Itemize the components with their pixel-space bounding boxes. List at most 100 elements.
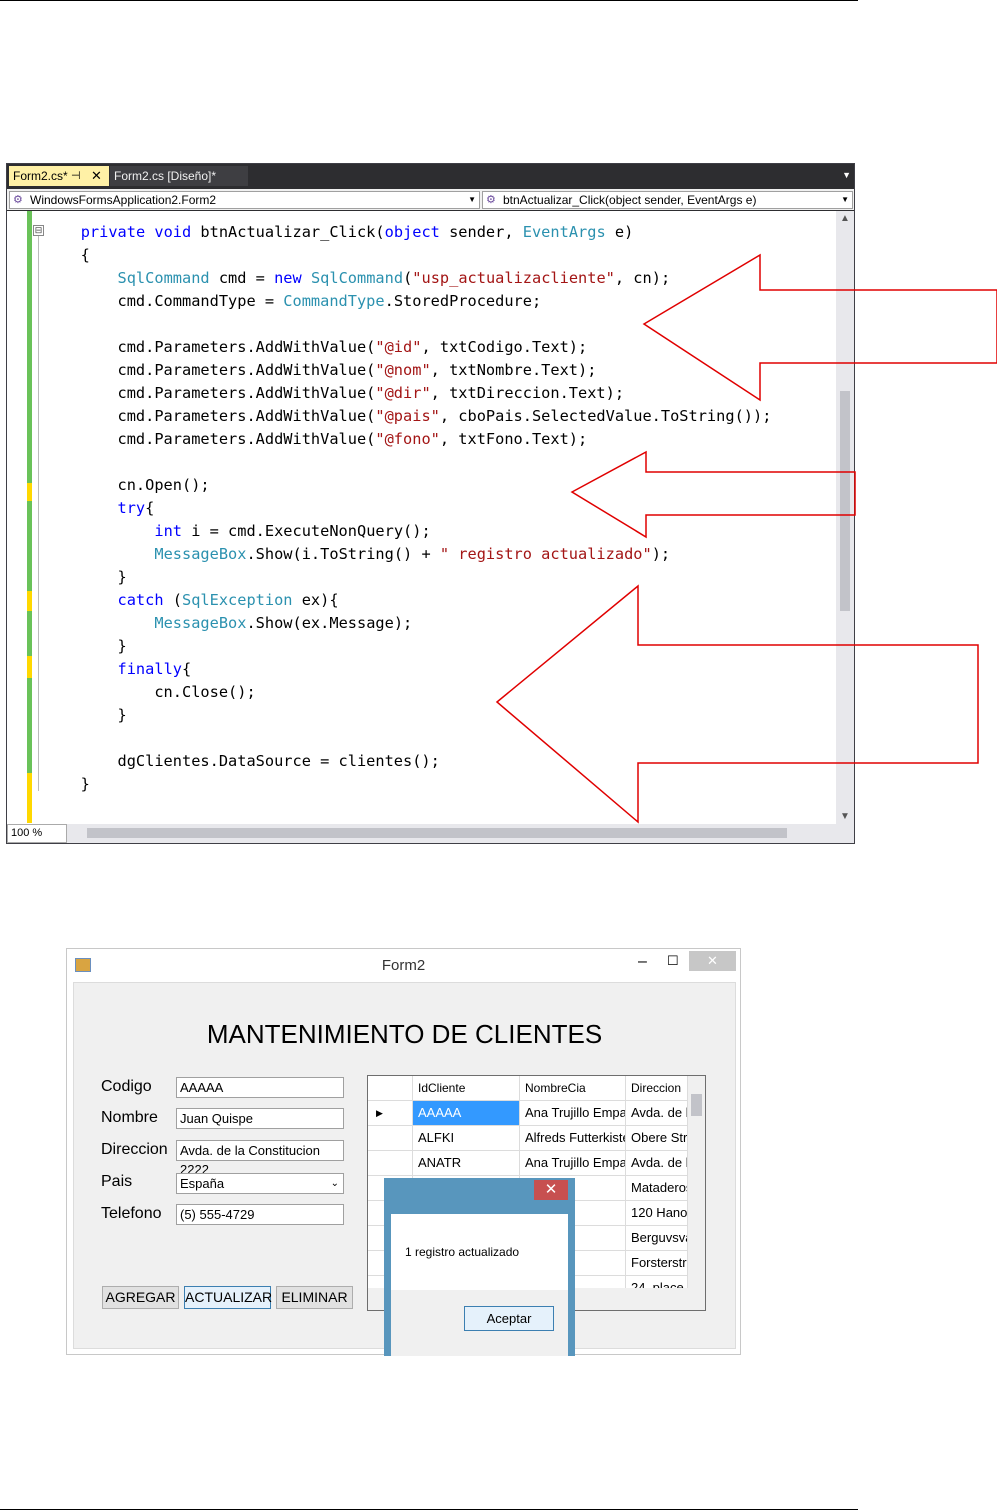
member-dropdown[interactable]: ⚙ btnActualizar_Click(object sender, Eve… — [482, 191, 853, 209]
actualizar-button[interactable]: ACTUALIZAR — [184, 1286, 272, 1309]
code-line: MessageBox.Show(i.ToString() + " registr… — [7, 543, 827, 566]
code-line: } — [7, 773, 827, 796]
grid-cell[interactable]: Obere Str. 5 — [626, 1126, 688, 1151]
aceptar-button[interactable]: Aceptar — [464, 1306, 554, 1331]
code-token: } — [7, 568, 127, 586]
code-token: , cboPais.SelectedValue.ToString()); — [439, 407, 772, 425]
code-token: cmd.Parameters.AddWithValue( — [7, 407, 376, 425]
dialog-close-button[interactable]: ✕ — [534, 1180, 568, 1200]
code-token: cmd.Parameters.AddWithValue( — [7, 338, 376, 356]
code-line: try{ — [7, 497, 827, 520]
grid-cell[interactable]: ANATR — [413, 1151, 520, 1176]
code-token: , txtDireccion.Text); — [430, 384, 625, 402]
grid-cell[interactable]: Ana Trujillo Empa... — [520, 1101, 626, 1126]
zoom-dropdown[interactable]: 100 % — [7, 824, 67, 843]
code-line: SqlCommand cmd = new SqlCommand("usp_act… — [7, 267, 827, 290]
direccion-input[interactable]: Avda. de la Constitucion 2222 — [176, 1140, 344, 1177]
code-token: , txtCodigo.Text); — [421, 338, 588, 356]
grid-column-header[interactable]: NombreCia — [520, 1076, 626, 1101]
grid-cell[interactable]: Alfreds Futterkiste — [520, 1126, 626, 1151]
grid-cell[interactable]: Avda. de la — [626, 1101, 688, 1126]
scroll-thumb[interactable] — [840, 391, 850, 611]
code-token: e) — [605, 223, 634, 241]
grid-row-header[interactable] — [368, 1126, 413, 1151]
pais-select[interactable]: España ⌄ — [176, 1173, 344, 1194]
maximize-button[interactable]: ☐ — [667, 953, 679, 969]
close-icon[interactable]: ✕ — [91, 166, 102, 186]
code-token: "@nom" — [375, 361, 431, 379]
code-token: finally — [117, 660, 182, 678]
code-line: MessageBox.Show(ex.Message); — [7, 612, 827, 635]
scroll-thumb[interactable] — [691, 1094, 702, 1116]
grid-cell[interactable]: ALFKI — [413, 1126, 520, 1151]
grid-cell[interactable]: Avda. de la — [626, 1151, 688, 1176]
tab-form2-design[interactable]: Form2.cs [Diseño]* — [110, 166, 248, 186]
telefono-input[interactable]: (5) 555-4729 — [176, 1204, 344, 1225]
scroll-down-icon[interactable]: ▼ — [840, 811, 850, 822]
grid-column-header[interactable]: Direccion — [626, 1076, 688, 1101]
codigo-input[interactable]: AAAAA — [176, 1077, 344, 1098]
code-line: cmd.CommandType = CommandType.StoredProc… — [7, 290, 827, 313]
code-line: } — [7, 635, 827, 658]
agregar-button[interactable]: AGREGAR — [102, 1286, 179, 1309]
horizontal-scrollbar[interactable] — [67, 824, 854, 843]
chevron-down-icon: ▼ — [841, 195, 849, 204]
code-token: { — [7, 246, 90, 264]
code-token: "@fono" — [375, 430, 440, 448]
grid-row-header[interactable] — [368, 1151, 413, 1176]
class-dropdown[interactable]: ⚙ WindowsFormsApplication2.Form2 ▼ — [9, 191, 480, 209]
code-token: private void — [80, 223, 192, 241]
code-token: } — [7, 775, 90, 793]
code-token: "usp_actualizacliente" — [412, 269, 615, 287]
pin-icon[interactable]: ⊣ — [71, 166, 81, 186]
code-token: cmd.CommandType = — [7, 292, 284, 310]
code-token: cmd.Parameters.AddWithValue( — [7, 384, 376, 402]
grid-cell[interactable]: Mataderos — [626, 1176, 688, 1201]
dialog-client-area: 1 registro actualizado Aceptar — [391, 1214, 568, 1356]
code-token: "@dir" — [375, 384, 431, 402]
grid-cell[interactable]: Forsterstr. 5 — [626, 1251, 688, 1276]
code-token: .Show(ex.Message); — [246, 614, 413, 632]
tab-label: Form2.cs [Diseño]* — [114, 169, 217, 183]
vertical-scrollbar[interactable]: ▲ ▼ — [836, 211, 854, 824]
close-button[interactable]: ✕ — [689, 951, 736, 971]
tab-form2-cs[interactable]: Form2.cs* ⊣ ✕ — [9, 166, 109, 186]
chevron-down-icon: ▼ — [468, 195, 476, 204]
tab-label: Form2.cs* — [13, 169, 68, 183]
grid-cell[interactable]: 120 Hanove — [626, 1201, 688, 1226]
code-line: } — [7, 566, 827, 589]
scroll-up-icon[interactable]: ▲ — [840, 213, 850, 224]
nombre-input[interactable]: Juan Quispe — [176, 1108, 344, 1129]
code-lines: private void btnActualizar_Click(object … — [7, 221, 827, 796]
grid-corner-header — [368, 1076, 413, 1101]
minimize-button[interactable]: – — [638, 953, 647, 971]
code-area[interactable]: ⊟ private void btnActualizar_Click(objec… — [7, 211, 836, 824]
code-token: MessageBox — [154, 614, 247, 632]
grid-column-header[interactable]: IdCliente — [413, 1076, 520, 1101]
code-token: .StoredProcedure; — [384, 292, 542, 310]
code-token: object — [384, 223, 440, 241]
message-dialog: ✕ 1 registro actualizado Aceptar — [384, 1178, 575, 1356]
code-token: cn.Open(); — [7, 476, 210, 494]
grid-cell[interactable]: Ana Trujillo Empa... — [520, 1151, 626, 1176]
code-token: sender, — [439, 223, 523, 241]
code-token: EventArgs — [522, 223, 606, 241]
grid-vertical-scrollbar[interactable] — [688, 1076, 705, 1288]
scroll-thumb[interactable] — [87, 828, 787, 838]
code-line: cmd.Parameters.AddWithValue("@dir", txtD… — [7, 382, 827, 405]
grid-row-header[interactable]: ▶ — [368, 1101, 413, 1126]
code-token: } — [7, 706, 127, 724]
tab-list-dropdown-icon[interactable]: ▼ — [842, 170, 851, 180]
grid-cell[interactable]: AAAAA — [413, 1101, 520, 1126]
close-icon: ✕ — [707, 953, 718, 968]
grid-cell[interactable]: Berguvsväg — [626, 1226, 688, 1251]
code-token: CommandType — [283, 292, 385, 310]
code-token: } — [7, 637, 127, 655]
code-token: ( — [403, 269, 413, 287]
code-token: catch — [117, 591, 164, 609]
eliminar-button[interactable]: ELIMINAR — [276, 1286, 353, 1309]
